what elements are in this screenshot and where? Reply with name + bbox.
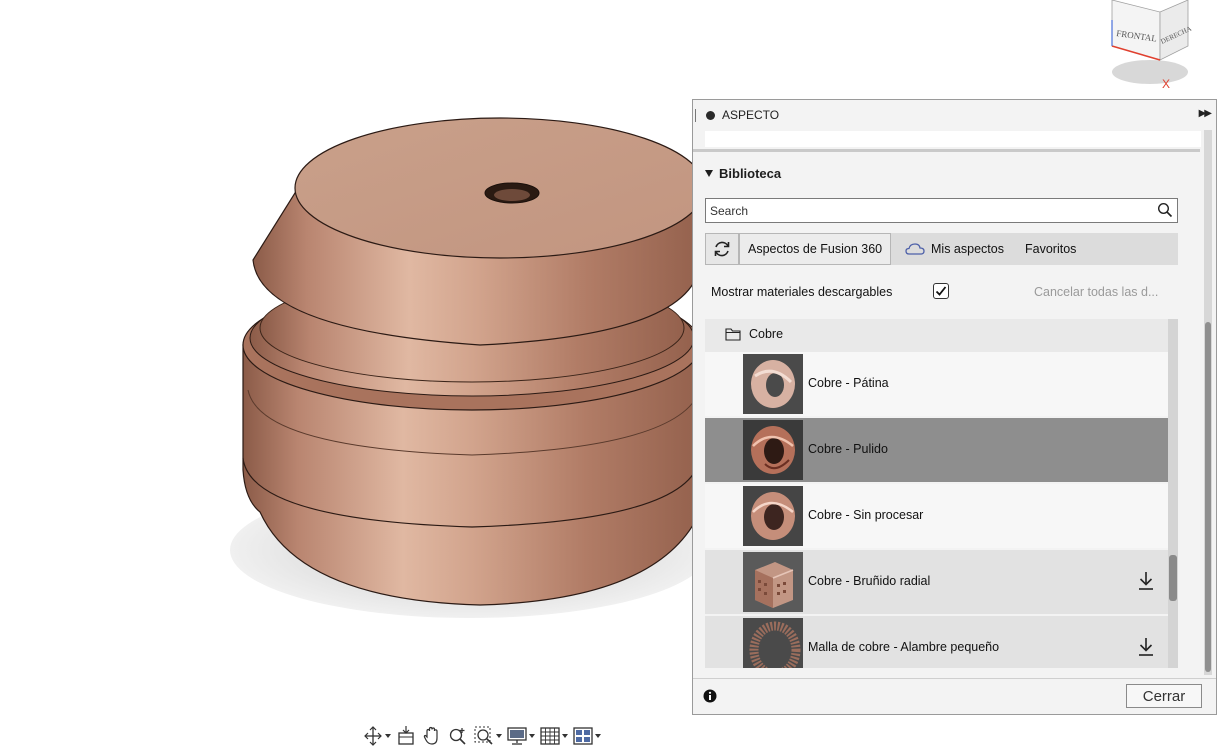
viewports-icon — [573, 727, 593, 745]
orbit-icon — [364, 726, 382, 746]
refresh-icon — [714, 241, 730, 257]
material-thumbnail — [743, 552, 803, 612]
expand-panel-icon[interactable]: ▶▶ — [1199, 108, 1212, 119]
list-scroll-thumb[interactable] — [1169, 555, 1177, 601]
zoom-button[interactable] — [447, 725, 469, 747]
cancel-downloads-link[interactable]: Cancelar todas las d... — [1034, 285, 1158, 299]
download-icon[interactable] — [1137, 636, 1155, 658]
list-item[interactable]: Cobre - Bruñido radial — [705, 550, 1168, 614]
folder-icon — [725, 328, 741, 341]
search-icon[interactable] — [1157, 202, 1173, 218]
material-name: Cobre - Sin procesar — [808, 508, 924, 522]
look-at-button[interactable] — [395, 725, 417, 747]
info-icon[interactable] — [703, 689, 717, 703]
triangle-down-icon — [705, 170, 713, 177]
appearance-panel: ASPECTO ▶▶ Biblioteca Search Aspectos de… — [692, 99, 1217, 715]
folder-row-copper[interactable]: Cobre — [705, 319, 1168, 352]
pan-button[interactable] — [421, 725, 443, 747]
refresh-button[interactable] — [705, 233, 739, 265]
tab-my-appearances[interactable]: Mis aspectos — [897, 233, 1012, 265]
collapse-dot-icon[interactable] — [706, 111, 715, 120]
material-name: Cobre - Pátina — [808, 376, 889, 390]
caret-down-icon[interactable] — [562, 734, 568, 738]
close-button[interactable]: Cerrar — [1126, 684, 1202, 708]
folder-label: Cobre — [749, 327, 784, 341]
appearance-list: Cobre Cobre - Pátina Cobre - Pulido Cobr… — [705, 319, 1168, 668]
material-name: Malla de cobre - Alambre pequeño — [808, 640, 1000, 654]
list-item[interactable]: Cobre - Sin procesar — [705, 484, 1168, 548]
orbit-button[interactable] — [362, 725, 391, 747]
display-settings-button[interactable] — [506, 725, 535, 747]
caret-down-icon[interactable] — [385, 734, 391, 738]
display-icon — [507, 727, 527, 745]
navigation-toolbar — [362, 722, 666, 750]
grid-settings-button[interactable] — [539, 725, 568, 747]
library-title: Biblioteca — [719, 166, 782, 181]
panel-scrollbar[interactable] — [1204, 130, 1212, 675]
material-thumbnail — [743, 618, 803, 668]
checkmark-icon — [935, 286, 947, 296]
panel-header[interactable]: ASPECTO ▶▶ — [693, 100, 1216, 131]
material-thumbnail — [743, 486, 803, 546]
caret-down-icon[interactable] — [529, 734, 535, 738]
download-icon[interactable] — [1137, 570, 1155, 592]
panel-title: ASPECTO — [722, 108, 780, 122]
material-thumbnail — [743, 420, 803, 480]
list-item[interactable]: Cobre - Pulido — [705, 418, 1168, 482]
material-name: Cobre - Bruñido radial — [808, 574, 931, 588]
search-input[interactable] — [710, 202, 1140, 219]
list-scrollbar[interactable] — [1168, 319, 1178, 668]
show-downloadable-label: Mostrar materiales descargables — [711, 285, 893, 299]
zoom-icon — [449, 728, 466, 745]
pan-icon — [423, 726, 438, 745]
search-box[interactable] — [705, 198, 1178, 223]
panel-footer: Cerrar — [693, 678, 1216, 714]
caret-down-icon[interactable] — [496, 734, 502, 738]
library-section-toggle[interactable]: Biblioteca — [705, 166, 781, 181]
list-item[interactable]: Cobre - Pátina — [705, 352, 1168, 416]
grid-icon — [540, 727, 560, 745]
viewcube-axis-x: X — [1162, 77, 1170, 91]
tab-label: Favoritos — [1025, 242, 1077, 256]
fit-button[interactable] — [473, 725, 502, 747]
tab-label: Aspectos de Fusion 360 — [748, 242, 883, 256]
material-name: Cobre - Pulido — [808, 442, 888, 456]
list-item[interactable]: Malla de cobre - Alambre pequeño — [705, 616, 1168, 668]
show-downloadable-checkbox[interactable] — [933, 283, 949, 299]
tab-fusion-appearances[interactable]: Aspectos de Fusion 360 — [739, 233, 892, 265]
fit-icon — [474, 726, 493, 745]
canvas-viewport[interactable]: FRONTAL DERECHA X ASPECTO ▶▶ Biblioteca — [0, 0, 1221, 750]
in-model-area — [705, 131, 1201, 147]
view-cube[interactable]: FRONTAL DERECHA X — [1098, 0, 1198, 92]
material-thumbnail — [743, 354, 803, 414]
section-divider — [693, 149, 1200, 152]
cloud-icon — [905, 243, 925, 255]
caret-down-icon[interactable] — [595, 734, 601, 738]
library-tabs: Aspectos de Fusion 360 Mis aspectos Favo… — [705, 233, 1178, 265]
tab-label: Mis aspectos — [931, 242, 1004, 256]
drag-grip-icon[interactable] — [695, 109, 698, 122]
look-at-icon — [398, 726, 414, 745]
viewports-button[interactable] — [572, 725, 601, 747]
panel-scroll-thumb[interactable] — [1205, 322, 1211, 672]
tab-favorites[interactable]: Favoritos — [1017, 233, 1084, 265]
